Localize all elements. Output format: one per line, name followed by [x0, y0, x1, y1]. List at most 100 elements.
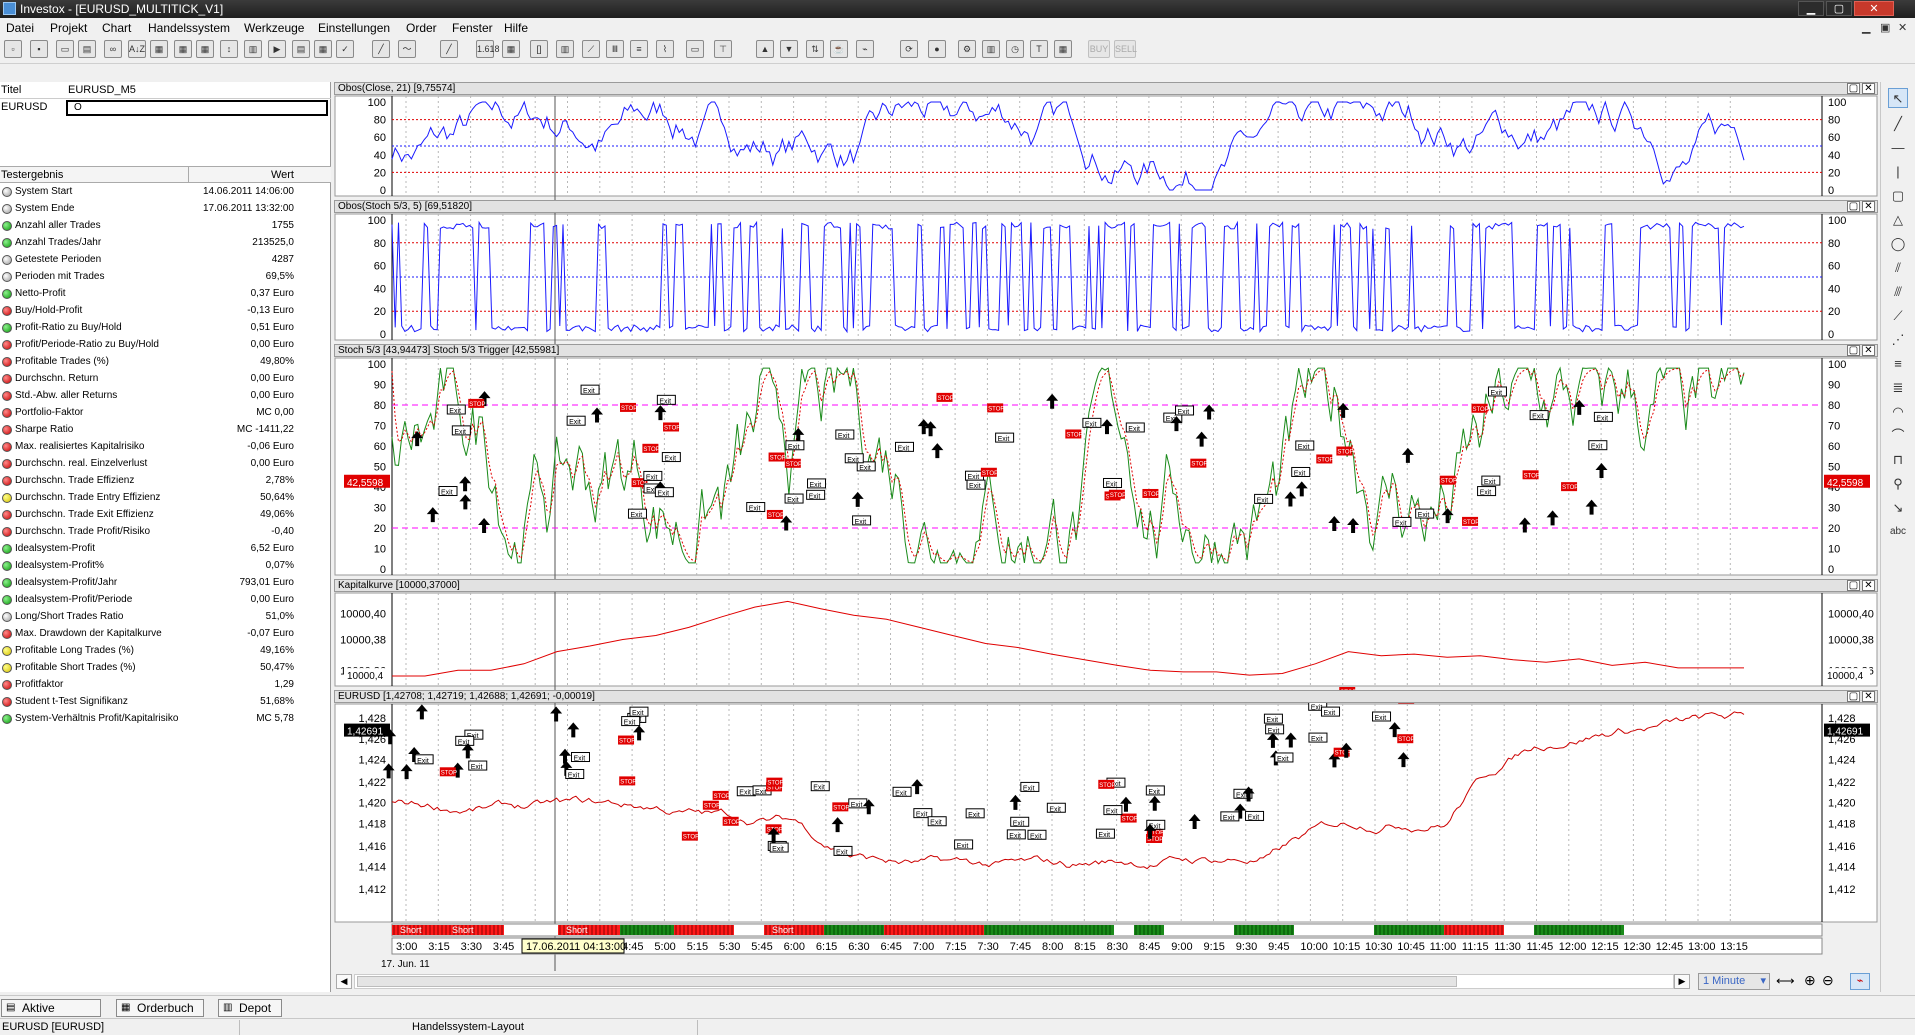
minimize-button[interactable]: ▁	[1798, 1, 1824, 16]
panel1-minimize-button[interactable]: ▢	[1847, 83, 1860, 94]
sell-arrow-icon[interactable]: ▼	[780, 40, 798, 58]
symbol-row[interactable]: EURUSD O	[0, 99, 331, 116]
result-row[interactable]: System Start 14.06.2011 14:06:00	[0, 183, 331, 200]
symbol-field[interactable]: O	[66, 100, 328, 116]
calendar-icon[interactable]: ▦	[1054, 40, 1072, 58]
title-icon[interactable]: T	[1030, 40, 1048, 58]
result-row[interactable]: Durchschn. real. Einzelverlust 0,00 Euro	[0, 455, 331, 472]
panel2-close-button[interactable]: ✕	[1862, 201, 1875, 212]
interval-select[interactable]: 1 Minute ▾	[1698, 973, 1770, 990]
glasses-icon[interactable]: ∞	[104, 40, 122, 58]
sort-icon[interactable]: ↕	[220, 40, 238, 58]
draw-line-icon[interactable]: ╱	[440, 40, 458, 58]
mdi-close-button[interactable]: ✕	[1898, 21, 1907, 34]
layout-icon[interactable]: ▤	[292, 40, 310, 58]
result-row[interactable]: Portfolio-Faktor MC 0,00	[0, 404, 331, 421]
channel-icon[interactable]: ⫽	[1888, 258, 1908, 278]
bar-chart-icon[interactable]: ▥	[556, 40, 574, 58]
result-row[interactable]: Profitfaktor 1,29	[0, 676, 331, 693]
gann-icon[interactable]: ⋰	[1888, 330, 1908, 350]
tab-aktive-systeme[interactable]: ▤ Aktive Systeme	[1, 999, 101, 1031]
result-row[interactable]: Profitable Short Trades (%) 50,47%	[0, 659, 331, 676]
result-row[interactable]: Perioden mit Trades 69,5%	[0, 268, 331, 285]
scroll-left-button[interactable]: ◀	[336, 974, 352, 989]
line-chart-icon[interactable]: ╱	[372, 40, 390, 58]
optimizer-icon[interactable]: ⚙	[958, 40, 976, 58]
result-row[interactable]: Sharpe Ratio MC -1411,22	[0, 421, 331, 438]
arrow-tool-icon[interactable]: ↘	[1888, 498, 1908, 518]
teapot-icon[interactable]: ☕	[830, 40, 848, 58]
result-row[interactable]: Durchschn. Return 0,00 Euro	[0, 370, 331, 387]
menu-hilfe[interactable]: Hilfe	[504, 21, 528, 35]
table-view-icon[interactable]: ▦	[502, 40, 520, 58]
tab-orderbuch[interactable]: ▦ Orderbuch	[116, 999, 204, 1017]
result-row[interactable]: System Ende 17.06.2011 13:32:00	[0, 200, 331, 217]
menu-handelssystem[interactable]: Handelssystem	[148, 21, 230, 35]
table3-icon[interactable]: ▦	[196, 40, 214, 58]
marker-icon[interactable]: ⚲	[1888, 474, 1908, 494]
result-row[interactable]: Idealsystem-Profit/Periode 0,00 Euro	[0, 591, 331, 608]
table2-icon[interactable]: ▦	[174, 40, 192, 58]
chart-type-icon[interactable]: ⌁	[1850, 973, 1870, 990]
panel2-minimize-button[interactable]: ▢	[1847, 201, 1860, 212]
result-row[interactable]: Durchschn. Trade Profit/Risiko -0,40	[0, 523, 331, 540]
green-dot-icon[interactable]: ●	[928, 40, 946, 58]
cycles-icon[interactable]: ⌒	[1888, 426, 1908, 446]
ellipse-icon[interactable]: ◯	[1888, 234, 1908, 254]
scroll-thumb[interactable]	[357, 976, 1457, 987]
triangle-icon[interactable]: △	[1888, 210, 1908, 230]
scroll-right-button[interactable]: ▶	[1674, 974, 1690, 989]
horizontal-line-icon[interactable]: —	[1888, 138, 1908, 158]
panel4-minimize-button[interactable]: ▢	[1847, 580, 1860, 591]
panel1-close-button[interactable]: ✕	[1862, 83, 1875, 94]
regression-icon[interactable]: ⫻	[1888, 282, 1908, 302]
mdi-restore-button[interactable]: ▣	[1880, 21, 1890, 34]
result-row[interactable]: System-Verhältnis Profit/Kapitalrisiko MC…	[0, 710, 331, 727]
result-row[interactable]: Idealsystem-Profit/Jahr 793,01 Euro	[0, 574, 331, 591]
result-row[interactable]: Netto-Profit 0,37 Euro	[0, 285, 331, 302]
menu-projekt[interactable]: Projekt	[50, 21, 87, 35]
bar-icon[interactable]: ▥	[982, 40, 1000, 58]
result-row[interactable]: Max. Drawdown der Kapitalkurve -0,07 Euro	[0, 625, 331, 642]
result-row[interactable]: Durchschn. Trade Exit Effizienz 49,06%	[0, 506, 331, 523]
print-icon[interactable]: ▤	[78, 40, 96, 58]
bracket-icon[interactable]: []	[530, 40, 548, 58]
mdi-minimize-button[interactable]: ▁	[1862, 21, 1870, 34]
menu-fenster[interactable]: Fenster	[452, 21, 493, 35]
buy-button[interactable]: BUY	[1088, 40, 1110, 58]
pan-icon[interactable]: ⟷	[1776, 973, 1795, 989]
menu-datei[interactable]: Datei	[6, 21, 34, 35]
panel5-minimize-button[interactable]: ▢	[1847, 691, 1860, 702]
text-tool-icon[interactable]: abc	[1888, 522, 1908, 542]
fibonacci-lines-icon[interactable]: ≡	[1888, 354, 1908, 374]
result-row[interactable]: Student t-Test Signifikanz 51,68%	[0, 693, 331, 710]
result-row[interactable]: Long/Short Trades Ratio 51,0%	[0, 608, 331, 625]
result-row[interactable]: Durchschn. Trade Entry Effizienz 50,64%	[0, 489, 331, 506]
equity-chart-icon[interactable]: ⌁	[856, 40, 874, 58]
tab-depot[interactable]: ▥ Depot	[218, 999, 282, 1017]
result-row[interactable]: Max. realisiertes Kapitalrisiko -0,06 Eur…	[0, 438, 331, 455]
line-chart2-icon[interactable]: 〜	[398, 40, 416, 58]
trend-icon[interactable]: ⟋	[582, 40, 600, 58]
panel4-close-button[interactable]: ✕	[1862, 580, 1875, 591]
spacing-icon[interactable]: ≡	[630, 40, 648, 58]
fibonacci-icon[interactable]: 1.618	[476, 40, 500, 58]
menu-chart[interactable]: Chart	[102, 21, 131, 35]
arc-icon[interactable]: ◠	[1888, 402, 1908, 422]
refresh-icon[interactable]: ⟳	[900, 40, 918, 58]
run-system-icon[interactable]: ▶	[268, 40, 286, 58]
clock-icon[interactable]: ◷	[1006, 40, 1024, 58]
menu-werkzeuge[interactable]: Werkzeuge	[244, 21, 304, 35]
sell-button[interactable]: SELL	[1114, 40, 1137, 58]
indicator-icon[interactable]: ⌇	[656, 40, 674, 58]
result-row[interactable]: Durchschn. Trade Effizienz 2,78%	[0, 472, 331, 489]
grid-icon[interactable]: ▦	[314, 40, 332, 58]
open-folder-icon[interactable]: ▭	[56, 40, 74, 58]
scale-icon[interactable]: Ⅲ	[606, 40, 624, 58]
charts-svg[interactable]: 100 10080 8060 6040 4020 200 0100 10080 8060 6040…	[334, 82, 1878, 972]
menu-order[interactable]: Order	[406, 21, 437, 35]
panel5-close-button[interactable]: ✕	[1862, 691, 1875, 702]
filter-icon[interactable]: ⊤	[714, 40, 732, 58]
result-row[interactable]: Profit-Ratio zu Buy/Hold 0,51 Euro	[0, 319, 331, 336]
result-row[interactable]: Std.-Abw. aller Returns 0,00 Euro	[0, 387, 331, 404]
